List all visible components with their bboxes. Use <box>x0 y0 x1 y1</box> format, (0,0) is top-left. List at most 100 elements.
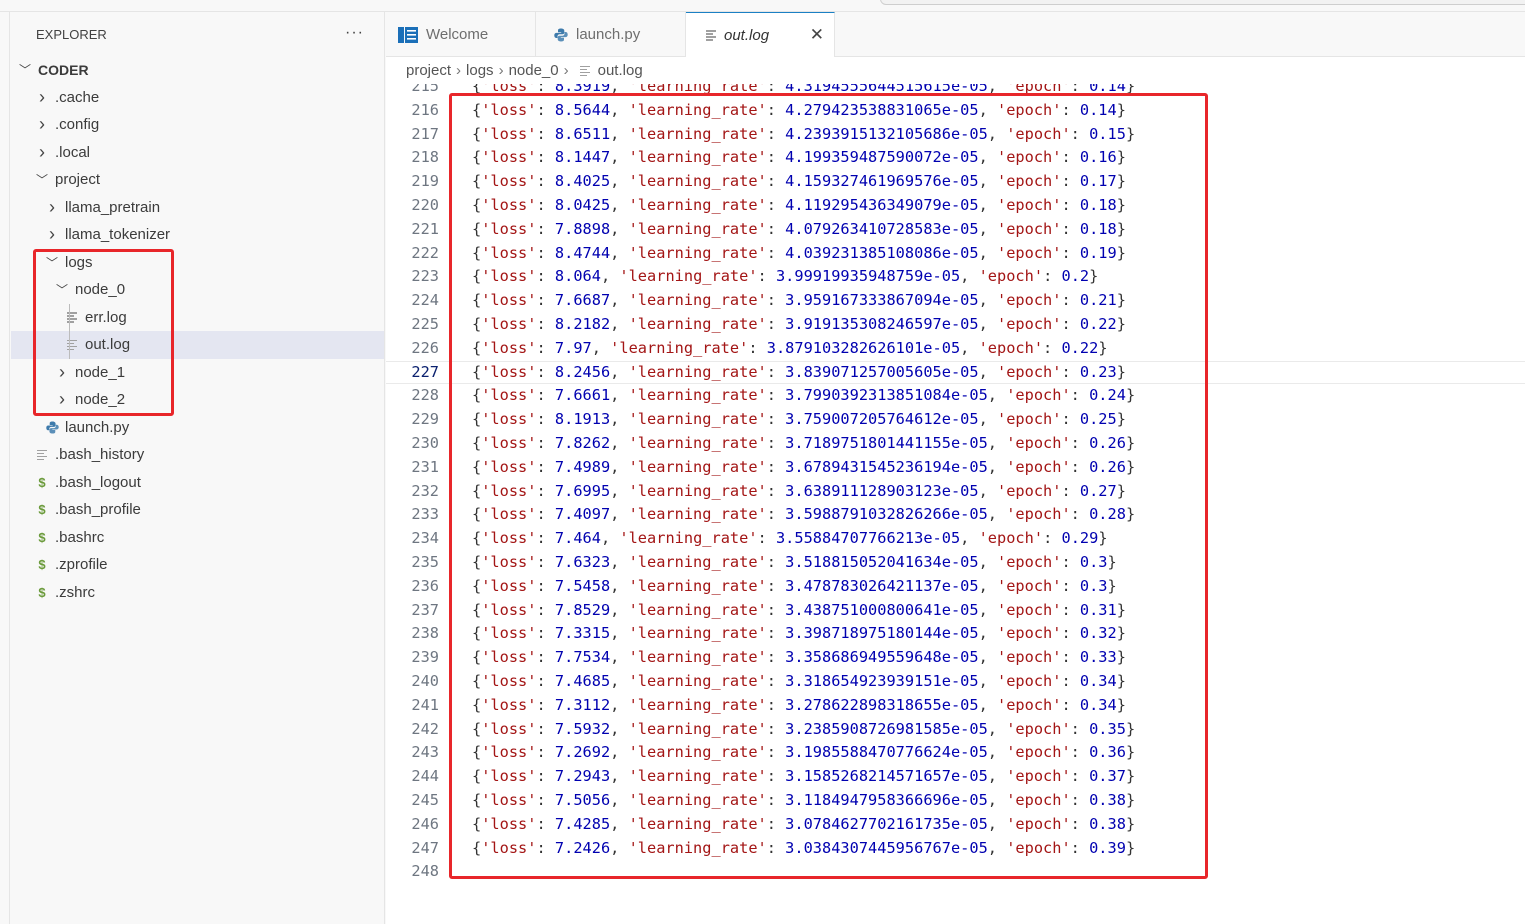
tree-item-launch-py[interactable]: launch.py <box>11 414 384 442</box>
key-string: 'learning_rate' <box>629 505 767 523</box>
code-line[interactable]: 235{'loss': 7.6323, 'learning_rate': 3.5… <box>386 551 1525 575</box>
code-line[interactable]: 217{'loss': 8.6511, 'learning_rate': 4.2… <box>386 123 1525 147</box>
tree-item-bash-logout[interactable]: $.bash_logout <box>11 469 384 497</box>
code-line[interactable]: 232{'loss': 7.6995, 'learning_rate': 3.6… <box>386 480 1525 504</box>
code-line[interactable]: 215{'loss': 8.3919, 'learning_rate': 4.3… <box>386 84 1525 99</box>
code-line[interactable]: 222{'loss': 8.4744, 'learning_rate': 4.0… <box>386 242 1525 266</box>
code-line[interactable]: 229{'loss': 8.1913, 'learning_rate': 3.7… <box>386 408 1525 432</box>
punctuation: } <box>1117 220 1126 238</box>
code-line[interactable]: 247{'loss': 7.2426, 'learning_rate': 3.0… <box>386 837 1525 861</box>
code-editor[interactable]: 215{'loss': 8.3919, 'learning_rate': 4.3… <box>386 84 1525 924</box>
punctuation: , <box>610 505 628 523</box>
tree-item-zprofile[interactable]: $.zprofile <box>11 551 384 579</box>
punctuation: : <box>767 696 785 714</box>
value-number: 7.2426 <box>555 839 610 857</box>
code-line[interactable]: 245{'loss': 7.5056, 'learning_rate': 3.1… <box>386 789 1525 813</box>
close-tab-icon[interactable]: ✕ <box>810 25 824 45</box>
tree-item-out-log[interactable]: out.log <box>11 331 384 359</box>
code-line[interactable]: 234{'loss': 7.464, 'learning_rate': 3.55… <box>386 527 1525 551</box>
value-number: 3.478783026421137e-05 <box>785 577 978 595</box>
code-line[interactable]: 237{'loss': 7.8529, 'learning_rate': 3.4… <box>386 599 1525 623</box>
tree-item-node-0[interactable]: ﹀node_0 <box>11 276 384 304</box>
shell-file-icon: $ <box>35 530 49 545</box>
code-line[interactable]: 223{'loss': 8.064, 'learning_rate': 3.99… <box>386 265 1525 289</box>
explorer-root-coder[interactable]: ﹀ CODER <box>11 56 384 84</box>
punctuation: : <box>536 125 554 143</box>
tree-item-bash-history[interactable]: .bash_history <box>11 441 384 469</box>
code-line[interactable]: 244{'loss': 7.2943, 'learning_rate': 3.1… <box>386 765 1525 789</box>
breadcrumb-item[interactable]: logs <box>466 62 494 79</box>
punctuation: : <box>1071 743 1089 761</box>
code-line[interactable]: 226{'loss': 7.97, 'learning_rate': 3.879… <box>386 337 1525 361</box>
code-line[interactable]: 240{'loss': 7.4685, 'learning_rate': 3.3… <box>386 670 1525 694</box>
tree-item-project[interactable]: ﹀project <box>11 166 384 194</box>
punctuation: , <box>610 648 628 666</box>
value-number: 0.34 <box>1080 672 1117 690</box>
line-number: 241 <box>386 694 439 718</box>
punctuation: } <box>1117 624 1126 642</box>
code-line[interactable]: 241{'loss': 7.3112, 'learning_rate': 3.2… <box>386 694 1525 718</box>
punctuation: , <box>610 220 628 238</box>
breadcrumb-item[interactable]: project <box>406 62 451 79</box>
tab-out-log[interactable]: out.log ✕ <box>686 12 835 57</box>
code-line[interactable]: 228{'loss': 7.6661, 'learning_rate': 3.7… <box>386 384 1525 408</box>
tree-item-llama-tokenizer[interactable]: ›llama_tokenizer <box>11 221 384 249</box>
code-line[interactable]: 225{'loss': 8.2182, 'learning_rate': 3.9… <box>386 313 1525 337</box>
breadcrumb-item[interactable]: node_0 <box>509 62 559 79</box>
key-string: 'loss' <box>481 482 536 500</box>
code-line[interactable]: 230{'loss': 7.8262, 'learning_rate': 3.7… <box>386 432 1525 456</box>
punctuation: : <box>1061 172 1079 190</box>
code-line[interactable]: 248 <box>386 860 1525 884</box>
code-line[interactable]: 236{'loss': 7.5458, 'learning_rate': 3.4… <box>386 575 1525 599</box>
tree-item-err-log[interactable]: err.log <box>11 304 384 332</box>
tree-item-logs[interactable]: ﹀logs <box>11 249 384 277</box>
punctuation: : <box>1061 101 1079 119</box>
code-line[interactable]: 219{'loss': 8.4025, 'learning_rate': 4.1… <box>386 170 1525 194</box>
code-line[interactable]: 227{'loss': 8.2456, 'learning_rate': 3.8… <box>386 361 1525 385</box>
key-string: 'loss' <box>481 220 536 238</box>
value-number: 8.2456 <box>555 363 610 381</box>
tab-label: Welcome <box>426 26 488 43</box>
code-line[interactable]: 246{'loss': 7.4285, 'learning_rate': 3.0… <box>386 813 1525 837</box>
code-line[interactable]: 224{'loss': 7.6687, 'learning_rate': 3.9… <box>386 289 1525 313</box>
tab-welcome[interactable]: Welcome <box>386 12 536 57</box>
tree-item-bash-profile[interactable]: $.bash_profile <box>11 496 384 524</box>
tree-item-bashrc[interactable]: $.bashrc <box>11 524 384 552</box>
line-number: 235 <box>386 551 439 575</box>
tree-item-zshrc[interactable]: $.zshrc <box>11 579 384 607</box>
punctuation: } <box>1126 125 1135 143</box>
value-number: 0.17 <box>1080 172 1117 190</box>
punctuation: : <box>767 291 785 309</box>
code-line[interactable]: 221{'loss': 7.8898, 'learning_rate': 4.0… <box>386 218 1525 242</box>
tree-item-local[interactable]: ›.local <box>11 139 384 167</box>
key-string: 'loss' <box>481 101 536 119</box>
punctuation: : <box>536 696 554 714</box>
tree-item-config[interactable]: ›.config <box>11 111 384 139</box>
code-line[interactable]: 233{'loss': 7.4097, 'learning_rate': 3.5… <box>386 503 1525 527</box>
value-number: 0.3 <box>1080 577 1108 595</box>
command-center-search[interactable] <box>880 0 1525 5</box>
code-line[interactable]: 216{'loss': 8.5644, 'learning_rate': 4.2… <box>386 99 1525 123</box>
code-line[interactable]: 239{'loss': 7.7534, 'learning_rate': 3.3… <box>386 646 1525 670</box>
code-line[interactable]: 243{'loss': 7.2692, 'learning_rate': 3.1… <box>386 741 1525 765</box>
more-actions-icon[interactable]: ··· <box>345 24 364 42</box>
tree-item-llama-pretrain[interactable]: ›llama_pretrain <box>11 194 384 222</box>
punctuation: , <box>610 244 628 262</box>
code-line[interactable]: 231{'loss': 7.4989, 'learning_rate': 3.6… <box>386 456 1525 480</box>
punctuation: : <box>536 815 554 833</box>
chevron-right-icon: › <box>55 362 69 383</box>
tree-item-cache[interactable]: ›.cache <box>11 84 384 112</box>
line-number: 225 <box>386 313 439 337</box>
key-string: 'loss' <box>481 815 536 833</box>
punctuation: { <box>472 410 481 428</box>
code-line[interactable]: 218{'loss': 8.1447, 'learning_rate': 4.1… <box>386 146 1525 170</box>
code-line[interactable]: 238{'loss': 7.3315, 'learning_rate': 3.3… <box>386 622 1525 646</box>
punctuation: { <box>472 577 481 595</box>
tree-item-node-2[interactable]: ›node_2 <box>11 386 384 414</box>
key-string: 'learning_rate' <box>629 386 767 404</box>
code-line[interactable]: 242{'loss': 7.5932, 'learning_rate': 3.2… <box>386 718 1525 742</box>
tree-item-node-1[interactable]: ›node_1 <box>11 359 384 387</box>
breadcrumb-item[interactable]: out.log <box>598 62 643 79</box>
tab-launch-py[interactable]: launch.py <box>536 12 686 57</box>
code-line[interactable]: 220{'loss': 8.0425, 'learning_rate': 4.1… <box>386 194 1525 218</box>
